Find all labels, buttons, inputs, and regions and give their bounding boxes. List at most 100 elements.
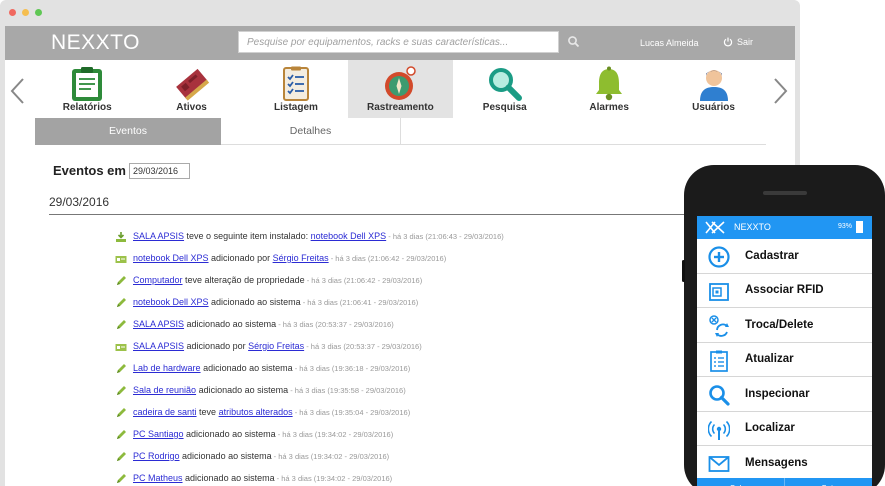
mobile-menu-item[interactable]: Mensagens xyxy=(697,446,872,481)
event-subject-link[interactable]: Sala de reunião xyxy=(133,385,196,395)
mobile-menu: Cadastrar Associar RFID Troca/Delete Atuali… xyxy=(697,239,872,481)
event-timestamp: - há 3 dias (19:34:02 - 29/03/2016) xyxy=(275,430,394,439)
event-subject-link[interactable]: SALA APSIS xyxy=(133,319,184,329)
envelope-icon xyxy=(708,453,730,475)
mobile-menu-item[interactable]: Cadastrar xyxy=(697,239,872,274)
battery-level: 93% xyxy=(837,223,852,230)
day-heading: 29/03/2016 xyxy=(49,195,110,209)
event-row: notebook Dell XPS adicionado por Sérgio … xyxy=(115,247,715,269)
search-icon[interactable] xyxy=(567,35,581,49)
add-card-icon xyxy=(115,251,127,263)
events-title: Eventos em xyxy=(53,163,126,178)
event-text: adicionado por xyxy=(184,341,249,351)
swap-icon xyxy=(708,315,730,337)
logout-button[interactable]: Sair xyxy=(723,37,753,47)
subtab-bar: Eventos Detalhes xyxy=(35,118,766,145)
mobile-menu-item[interactable]: Associar RFID xyxy=(697,274,872,308)
pencil-icon xyxy=(115,449,127,461)
maximize-dot[interactable] xyxy=(35,9,42,16)
phone-speaker xyxy=(763,191,807,195)
add-card-icon xyxy=(115,339,127,351)
app-logo[interactable]: NEXXTO xyxy=(51,31,140,55)
event-subject-link[interactable]: PC Matheus xyxy=(133,473,183,483)
battery-icon xyxy=(856,221,863,233)
close-dot[interactable] xyxy=(9,9,16,16)
mobile-menu-item[interactable]: Localizar xyxy=(697,412,872,446)
event-subject-link[interactable]: Computador xyxy=(133,275,183,285)
search-input[interactable] xyxy=(238,31,559,53)
event-row: SALA APSIS adicionado ao sistema - há 3 … xyxy=(115,313,715,335)
event-subject-link[interactable]: PC Santiago xyxy=(133,429,184,439)
module-label: Ativos xyxy=(176,102,207,113)
mobile-menu-label: Associar RFID xyxy=(745,284,824,297)
checklist-icon xyxy=(708,350,730,372)
event-text: adicionado ao sistema xyxy=(179,451,272,461)
mobile-footer: Sobre Sair xyxy=(697,478,872,486)
module-alarmes[interactable]: Alarmes xyxy=(557,60,661,118)
event-subject-link[interactable]: notebook Dell XPS xyxy=(133,253,209,263)
pencil-icon xyxy=(115,317,127,329)
module-toolbar: Relatórios Ativos Listagem Rastreamento … xyxy=(35,60,766,118)
event-text: adicionado por xyxy=(208,253,273,263)
event-timestamp: - há 3 dias (21:06:43 - 29/03/2016) xyxy=(386,232,504,241)
install-icon xyxy=(115,229,127,242)
event-subject-link[interactable]: SALA APSIS xyxy=(133,231,184,241)
mobile-menu-label: Localizar xyxy=(745,422,795,435)
minimize-dot[interactable] xyxy=(22,9,29,16)
app-header: NEXXTO Lucas Almeida Sair xyxy=(5,26,795,60)
network-card-icon xyxy=(175,68,209,101)
tab-eventos[interactable]: Eventos xyxy=(35,118,221,145)
tab-detalhes[interactable]: Detalhes xyxy=(221,118,401,145)
chevron-right-icon[interactable] xyxy=(770,76,790,106)
event-object-link[interactable]: Sérgio Freitas xyxy=(273,253,329,263)
event-text: teve xyxy=(196,407,219,417)
event-text: adicionado ao sistema xyxy=(196,385,289,395)
module-pesquisa[interactable]: Pesquisa xyxy=(453,60,557,118)
module-rastreamento[interactable]: Rastreamento xyxy=(348,60,453,118)
event-row: notebook Dell XPS adicionado ao sistema … xyxy=(115,291,715,313)
divider xyxy=(49,214,689,215)
events-date-input[interactable] xyxy=(129,163,190,179)
event-subject-link[interactable]: PC Rodrigo xyxy=(133,451,180,461)
pencil-icon xyxy=(115,427,127,439)
chevron-left-icon[interactable] xyxy=(8,76,28,106)
mobile-menu-item[interactable]: Inspecionar xyxy=(697,377,872,412)
event-row: PC Matheus adicionado ao sistema - há 3 … xyxy=(115,467,715,486)
user-icon xyxy=(699,70,728,101)
event-subject-link[interactable]: Lab de hardware xyxy=(133,363,201,373)
module-ativos[interactable]: Ativos xyxy=(139,60,243,118)
mobile-logout-button[interactable]: Sair xyxy=(785,478,872,486)
stage: NEXXTO Lucas Almeida Sair xyxy=(0,0,885,486)
event-timestamp: - há 3 dias (21:06:42 - 29/03/2016) xyxy=(328,254,447,263)
about-button[interactable]: Sobre xyxy=(697,478,785,486)
event-subject-link[interactable]: notebook Dell XPS xyxy=(133,297,209,307)
pencil-icon xyxy=(115,471,127,483)
mobile-menu-item[interactable]: Troca/Delete xyxy=(697,308,872,343)
user-name[interactable]: Lucas Almeida xyxy=(640,38,699,48)
event-object-link[interactable]: Sérgio Freitas xyxy=(248,341,304,351)
magnifier-icon xyxy=(488,68,522,101)
module-listagem[interactable]: Listagem xyxy=(244,60,348,118)
rfid-card-icon xyxy=(708,281,730,303)
event-text: teve o seguinte item instalado: xyxy=(184,231,311,241)
web-viewport: NEXXTO Lucas Almeida Sair xyxy=(5,26,795,486)
mobile-app-name: NEXXTO xyxy=(734,222,771,232)
event-timestamp: - há 3 dias (20:53:37 - 29/03/2016) xyxy=(304,342,422,351)
event-timestamp: - há 3 dias (21:06:41 - 29/03/2016) xyxy=(300,298,419,307)
phone-device: NEXXTO 93% Cadastrar Associar RFID Troca/D… xyxy=(682,165,885,486)
compass-icon xyxy=(385,66,417,100)
event-subject-link[interactable]: SALA APSIS xyxy=(133,341,184,351)
event-row: Sala de reunião adicionado ao sistema - … xyxy=(115,379,715,401)
event-object-link[interactable]: atributos alterados xyxy=(219,407,293,417)
module-relatorios[interactable]: Relatórios xyxy=(35,60,139,118)
event-object-link[interactable]: notebook Dell XPS xyxy=(311,231,387,241)
power-icon xyxy=(723,37,733,47)
event-timestamp: - há 3 dias (19:34:02 - 29/03/2016) xyxy=(274,474,393,483)
event-subject-link[interactable]: cadeira de santi xyxy=(133,407,197,417)
event-timestamp: - há 3 dias (19:35:04 - 29/03/2016) xyxy=(292,408,411,417)
module-usuarios[interactable]: Usuários xyxy=(661,60,765,118)
plus-circle-icon xyxy=(708,246,730,268)
pencil-icon xyxy=(115,361,127,373)
mobile-menu-item[interactable]: Atualizar xyxy=(697,343,872,377)
event-text: adicionado ao sistema xyxy=(184,319,277,329)
